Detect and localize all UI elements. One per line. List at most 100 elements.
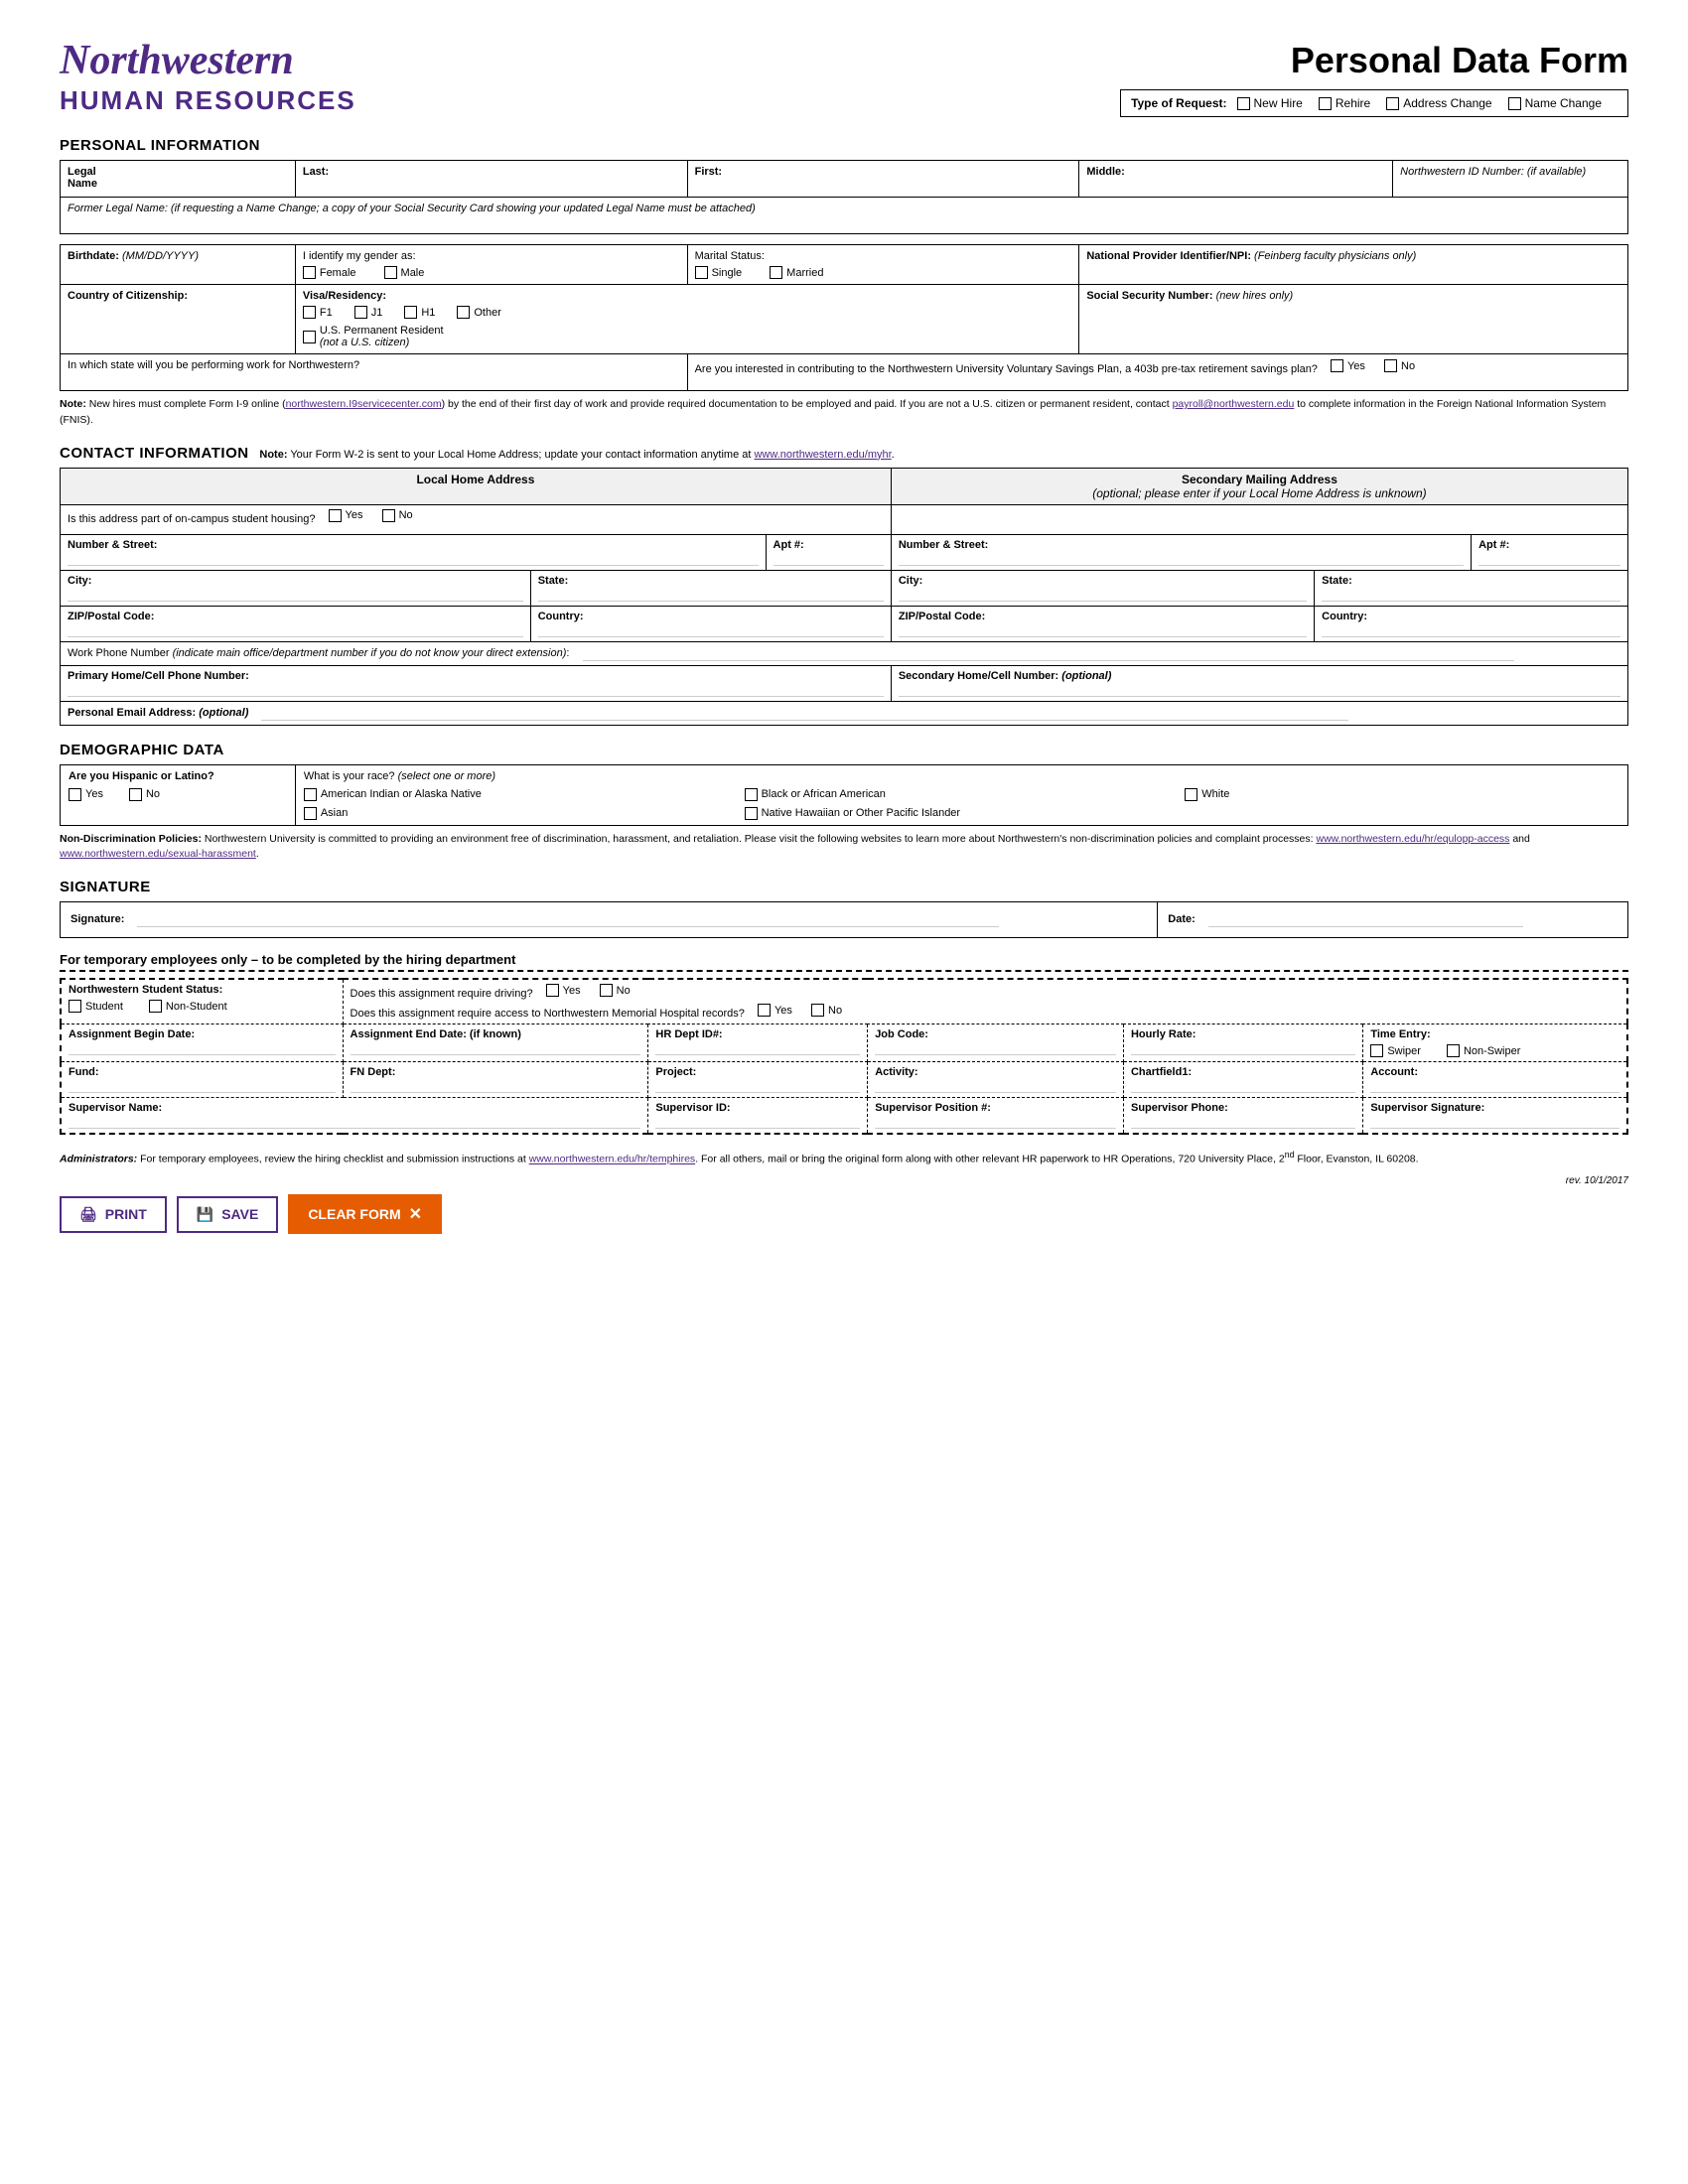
new-hire-option[interactable]: New Hire xyxy=(1237,96,1303,110)
equlopp-link[interactable]: www.northwestern.edu/hr/equlopp-access xyxy=(1316,833,1509,845)
race-asian-option[interactable]: Asian xyxy=(304,807,723,820)
address-change-checkbox[interactable] xyxy=(1386,97,1399,110)
supervisor-id-input[interactable] xyxy=(655,1114,860,1129)
begin-date-input[interactable] xyxy=(69,1040,336,1055)
housing-yes-option[interactable]: Yes xyxy=(329,509,363,522)
race-white-checkbox[interactable] xyxy=(1185,788,1197,801)
supervisor-phone-input[interactable] xyxy=(1131,1114,1355,1129)
fn-dept-input[interactable] xyxy=(351,1078,641,1093)
account-input[interactable] xyxy=(1370,1078,1619,1093)
student-checkbox[interactable] xyxy=(69,1000,81,1013)
non-student-checkbox[interactable] xyxy=(149,1000,162,1013)
middle-name-input[interactable] xyxy=(1086,178,1385,192)
hispanic-no-option[interactable]: No xyxy=(129,788,160,801)
f1-option[interactable]: F1 xyxy=(303,306,333,319)
email-input[interactable] xyxy=(261,706,1348,721)
chartfield-input[interactable] xyxy=(1131,1078,1355,1093)
male-checkbox[interactable] xyxy=(384,266,397,279)
last-name-input[interactable] xyxy=(303,178,680,192)
savings-yes-checkbox[interactable] xyxy=(1331,359,1343,372)
rehire-checkbox[interactable] xyxy=(1319,97,1332,110)
race-white-option[interactable]: White xyxy=(1185,788,1604,801)
myhr-link[interactable]: www.northwestern.edu/myhr xyxy=(754,449,891,461)
supervisor-name-input[interactable] xyxy=(69,1114,640,1129)
housing-no-option[interactable]: No xyxy=(382,509,413,522)
savings-yes-option[interactable]: Yes xyxy=(1331,359,1365,372)
female-checkbox[interactable] xyxy=(303,266,316,279)
male-option[interactable]: Male xyxy=(384,266,425,279)
swiper-checkbox[interactable] xyxy=(1370,1044,1383,1057)
work-phone-input[interactable] xyxy=(583,646,1514,661)
f1-checkbox[interactable] xyxy=(303,306,316,319)
hispanic-yes-option[interactable]: Yes xyxy=(69,788,103,801)
hospital-no-checkbox[interactable] xyxy=(811,1004,824,1017)
local-apt-input[interactable] xyxy=(774,551,884,566)
race-aian-option[interactable]: American Indian or Alaska Native xyxy=(304,788,723,801)
npi-input[interactable] xyxy=(1086,262,1620,276)
secondary-city-input[interactable] xyxy=(899,587,1307,602)
secondary-apt-input[interactable] xyxy=(1478,551,1620,566)
save-button[interactable]: 💾 SAVE xyxy=(177,1196,279,1233)
h1-option[interactable]: H1 xyxy=(404,306,435,319)
secondary-zip-input[interactable] xyxy=(899,622,1307,637)
date-input[interactable] xyxy=(1208,912,1523,927)
other-option[interactable]: Other xyxy=(457,306,501,319)
other-checkbox[interactable] xyxy=(457,306,470,319)
work-state-input[interactable] xyxy=(68,371,680,385)
activity-input[interactable] xyxy=(875,1078,1116,1093)
race-asian-checkbox[interactable] xyxy=(304,807,317,820)
secondary-state-input[interactable] xyxy=(1322,587,1620,602)
rehire-option[interactable]: Rehire xyxy=(1319,96,1370,110)
job-code-input[interactable] xyxy=(875,1040,1116,1055)
driving-no-option[interactable]: No xyxy=(600,984,631,997)
secondary-country-input[interactable] xyxy=(1322,622,1620,637)
j1-checkbox[interactable] xyxy=(354,306,367,319)
perm-resident-checkbox[interactable] xyxy=(303,331,316,343)
student-option[interactable]: Student xyxy=(69,1000,123,1013)
single-option[interactable]: Single xyxy=(695,266,743,279)
hispanic-yes-checkbox[interactable] xyxy=(69,788,81,801)
driving-yes-option[interactable]: Yes xyxy=(546,984,581,997)
new-hire-checkbox[interactable] xyxy=(1237,97,1250,110)
race-aian-checkbox[interactable] xyxy=(304,788,317,801)
hospital-yes-option[interactable]: Yes xyxy=(758,1004,792,1017)
fund-input[interactable] xyxy=(69,1078,336,1093)
ssn-input[interactable] xyxy=(1086,302,1620,316)
local-city-input[interactable] xyxy=(68,587,523,602)
driving-yes-checkbox[interactable] xyxy=(546,984,559,997)
end-date-input[interactable] xyxy=(351,1040,641,1055)
secondary-street-input[interactable] xyxy=(899,551,1464,566)
former-legal-input[interactable] xyxy=(77,214,1009,228)
non-student-option[interactable]: Non-Student xyxy=(149,1000,227,1013)
swiper-option[interactable]: Swiper xyxy=(1370,1044,1421,1057)
j1-option[interactable]: J1 xyxy=(354,306,383,319)
hr-dept-input[interactable] xyxy=(655,1040,860,1055)
name-change-option[interactable]: Name Change xyxy=(1508,96,1602,110)
savings-no-option[interactable]: No xyxy=(1384,359,1415,372)
driving-no-checkbox[interactable] xyxy=(600,984,613,997)
local-zip-input[interactable] xyxy=(68,622,523,637)
supervisor-pos-input[interactable] xyxy=(875,1114,1116,1129)
single-checkbox[interactable] xyxy=(695,266,708,279)
hourly-input[interactable] xyxy=(1131,1040,1355,1055)
race-black-option[interactable]: Black or African American xyxy=(745,788,1164,801)
married-option[interactable]: Married xyxy=(770,266,823,279)
citizenship-input[interactable] xyxy=(68,302,288,316)
local-street-input[interactable] xyxy=(68,551,759,566)
secondary-phone-input[interactable] xyxy=(899,682,1620,697)
local-country-input[interactable] xyxy=(538,622,884,637)
sexual-harassment-link[interactable]: www.northwestern.edu/sexual-harassment xyxy=(60,848,256,860)
name-change-checkbox[interactable] xyxy=(1508,97,1521,110)
i9-link[interactable]: northwestern.I9servicecenter.com xyxy=(286,398,442,410)
perm-resident-option[interactable]: U.S. Permanent Resident(not a U.S. citiz… xyxy=(303,325,444,348)
signature-input[interactable] xyxy=(137,912,998,927)
non-swiper-option[interactable]: Non-Swiper xyxy=(1447,1044,1520,1057)
payroll-link[interactable]: payroll@northwestern.edu xyxy=(1173,398,1295,410)
primary-phone-input[interactable] xyxy=(68,682,884,697)
clear-button[interactable]: CLEAR FORM ✕ xyxy=(288,1194,442,1234)
female-option[interactable]: Female xyxy=(303,266,356,279)
race-nhpi-option[interactable]: Native Hawaiian or Other Pacific Islande… xyxy=(745,807,1164,820)
housing-no-checkbox[interactable] xyxy=(382,509,395,522)
print-button[interactable]: 🖨 PRINT xyxy=(60,1196,167,1233)
supervisor-sig-input[interactable] xyxy=(1370,1114,1619,1129)
